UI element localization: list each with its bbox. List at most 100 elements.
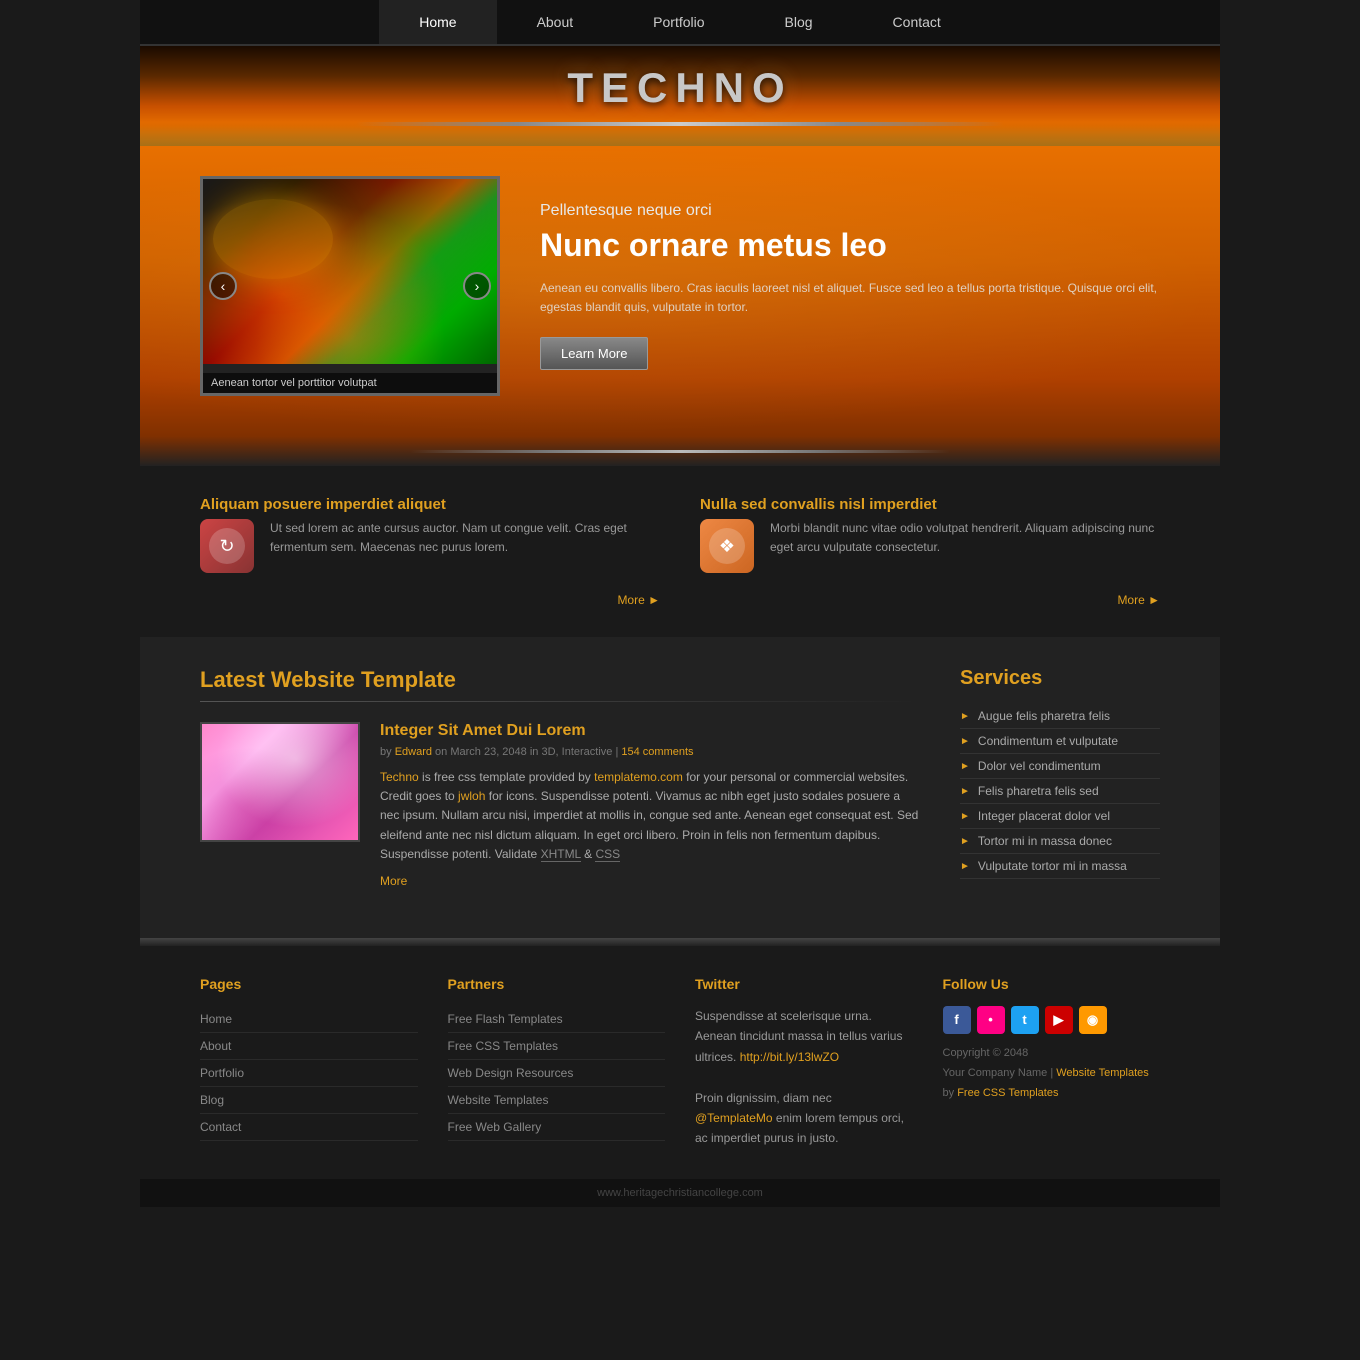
- feature-1-desc: Ut sed lorem ac ante cursus auctor. Nam …: [270, 519, 660, 557]
- footer-page-2: About: [200, 1033, 418, 1060]
- feature-1-icon-inner: ↻: [209, 528, 245, 564]
- footer-partner-link-2[interactable]: Free CSS Templates: [448, 1039, 559, 1053]
- post-link-css[interactable]: CSS: [595, 847, 620, 862]
- feature-1-icon: ↻: [200, 519, 254, 573]
- sidebar-list: Augue felis pharetra felis Condimentum e…: [960, 704, 1160, 879]
- sidebar-link-7[interactable]: Vulputate tortor mi in massa: [978, 859, 1127, 873]
- footer-page-link-2[interactable]: About: [200, 1039, 231, 1053]
- nav-home[interactable]: Home: [379, 0, 496, 44]
- footer-partner-link-4[interactable]: Website Templates: [448, 1093, 549, 1107]
- blog-post: Integer Sit Amet Dui Lorem by Edward on …: [200, 722, 920, 888]
- footer-partner-link-1[interactable]: Free Flash Templates: [448, 1012, 563, 1026]
- copyright-by: by: [943, 1087, 958, 1099]
- hero-next-button[interactable]: ›: [463, 272, 491, 300]
- sidebar-title: Services: [960, 667, 1160, 690]
- footer-partner-4: Website Templates: [448, 1087, 666, 1114]
- facebook-icon[interactable]: f: [943, 1006, 971, 1034]
- sidebar: Services Augue felis pharetra felis Cond…: [960, 667, 1160, 908]
- hero-subtitle: Pellentesque neque orci: [540, 202, 1160, 220]
- feature-2-title: Nulla sed convallis nisl imperdiet: [700, 496, 1160, 513]
- sidebar-link-5[interactable]: Integer placerat dolor vel: [978, 809, 1110, 823]
- footer-page-link-4[interactable]: Blog: [200, 1093, 224, 1107]
- footer-partner-2: Free CSS Templates: [448, 1033, 666, 1060]
- sidebar-item-5: Integer placerat dolor vel: [960, 804, 1160, 829]
- twitter-icon[interactable]: t: [1011, 1006, 1039, 1034]
- footer-bottom: www.heritagechristiancollege.com: [140, 1179, 1220, 1207]
- blog-post-content: Integer Sit Amet Dui Lorem by Edward on …: [380, 722, 920, 888]
- footer-partner-5: Free Web Gallery: [448, 1114, 666, 1141]
- copyright-link-2[interactable]: Free CSS Templates: [957, 1087, 1058, 1099]
- footer-page-link-1[interactable]: Home: [200, 1012, 232, 1026]
- hero-bottom-divider: [140, 436, 1220, 466]
- nav-portfolio[interactable]: Portfolio: [613, 0, 744, 44]
- sidebar-link-6[interactable]: Tortor mi in massa donec: [978, 834, 1112, 848]
- footer-top-divider: [140, 938, 1220, 946]
- twitter-link-1[interactable]: http://bit.ly/13lwZO: [740, 1050, 839, 1064]
- post-more[interactable]: More: [380, 874, 920, 888]
- post-date: March 23, 2048: [450, 746, 526, 758]
- nav-contact[interactable]: Contact: [853, 0, 981, 44]
- post-link-jwloh[interactable]: jwloh: [458, 789, 485, 803]
- hero-caption: Aenean tortor vel porttitor volutpat: [203, 373, 497, 393]
- hero-image: [203, 179, 497, 364]
- feature-2-desc: Morbi blandit nunc vitae odio volutpat h…: [770, 519, 1160, 557]
- footer-twitter-text: Suspendisse at scelerisque urna. Aenean …: [695, 1006, 913, 1149]
- footer-social-icons: f • t ▶ ◉: [943, 1006, 1161, 1034]
- post-link-templatemo[interactable]: templatemo.com: [594, 770, 683, 784]
- copyright-link-1[interactable]: Website Templates: [1056, 1067, 1149, 1079]
- youtube-icon[interactable]: ▶: [1045, 1006, 1073, 1034]
- feature-1-more[interactable]: More: [200, 593, 660, 607]
- hero-title: Nunc ornare metus leo: [540, 226, 1160, 264]
- feature-2-header: ❖ Morbi blandit nunc vitae odio volutpat…: [700, 519, 1160, 573]
- post-cats: 3D, Interactive: [541, 746, 612, 758]
- footer-twitter-col: Twitter Suspendisse at scelerisque urna.…: [695, 976, 913, 1149]
- blog-thumbnail: [200, 722, 360, 842]
- nav-blog[interactable]: Blog: [745, 0, 853, 44]
- footer-pages-col: Pages Home About Portfolio Blog Contact: [200, 976, 418, 1149]
- flickr-icon[interactable]: •: [977, 1006, 1005, 1034]
- sidebar-link-1[interactable]: Augue felis pharetra felis: [978, 709, 1110, 723]
- footer-follow-title: Follow Us: [943, 976, 1161, 992]
- footer-page-link-3[interactable]: Portfolio: [200, 1066, 244, 1080]
- post-title: Integer Sit Amet Dui Lorem: [380, 722, 920, 740]
- post-text-and: &: [581, 847, 596, 861]
- copyright-year: 2048: [1004, 1047, 1028, 1059]
- footer-partner-link-3[interactable]: Web Design Resources: [448, 1066, 574, 1080]
- post-link-xhtml[interactable]: XHTML: [541, 847, 581, 862]
- main-content: Latest Website Template Integer Sit Amet…: [140, 637, 1220, 938]
- footer: Pages Home About Portfolio Blog Contact …: [140, 946, 1220, 1179]
- post-comments[interactable]: 154 comments: [621, 746, 693, 758]
- main-nav: Home About Portfolio Blog Contact: [140, 0, 1220, 46]
- nav-about[interactable]: About: [497, 0, 614, 44]
- rss-icon[interactable]: ◉: [1079, 1006, 1107, 1034]
- footer-follow-col: Follow Us f • t ▶ ◉ Copyright © 2048 You…: [943, 976, 1161, 1149]
- hero-learn-more-button[interactable]: Learn More: [540, 337, 648, 370]
- sidebar-item-6: Tortor mi in massa donec: [960, 829, 1160, 854]
- feature-2-more[interactable]: More: [700, 593, 1160, 607]
- latest-section-title: Latest Website Template: [200, 667, 920, 693]
- footer-partner-3: Web Design Resources: [448, 1060, 666, 1087]
- sidebar-link-3[interactable]: Dolor vel condimentum: [978, 759, 1101, 773]
- footer-pages-list: Home About Portfolio Blog Contact: [200, 1006, 418, 1141]
- copyright-company: Your Company Name: [943, 1067, 1048, 1079]
- hero-prev-button[interactable]: ‹: [209, 272, 237, 300]
- post-text: Techno is free css template provided by …: [380, 768, 920, 864]
- twitter-handle[interactable]: @TemplateMo: [695, 1111, 773, 1125]
- post-author[interactable]: Edward: [395, 746, 432, 758]
- hero-description: Aenean eu convallis libero. Cras iaculis…: [540, 279, 1160, 317]
- twitter-text-2: Proin dignissim, diam nec: [695, 1091, 832, 1105]
- sidebar-link-2[interactable]: Condimentum et vulputate: [978, 734, 1118, 748]
- footer-partners-list: Free Flash Templates Free CSS Templates …: [448, 1006, 666, 1141]
- sidebar-item-3: Dolor vel condimentum: [960, 754, 1160, 779]
- hero-section: ‹ › Aenean tortor vel porttitor volutpat…: [140, 146, 1220, 436]
- sidebar-link-4[interactable]: Felis pharetra felis sed: [978, 784, 1099, 798]
- site-title: TECHNO: [140, 64, 1220, 112]
- sidebar-item-1: Augue felis pharetra felis: [960, 704, 1160, 729]
- footer-twitter-title: Twitter: [695, 976, 913, 992]
- footer-partner-link-5[interactable]: Free Web Gallery: [448, 1120, 542, 1134]
- footer-page-1: Home: [200, 1006, 418, 1033]
- footer-page-link-5[interactable]: Contact: [200, 1120, 241, 1134]
- section-divider: [200, 701, 920, 702]
- sidebar-item-7: Vulputate tortor mi in massa: [960, 854, 1160, 879]
- post-text-2: is free css template provided by: [419, 770, 594, 784]
